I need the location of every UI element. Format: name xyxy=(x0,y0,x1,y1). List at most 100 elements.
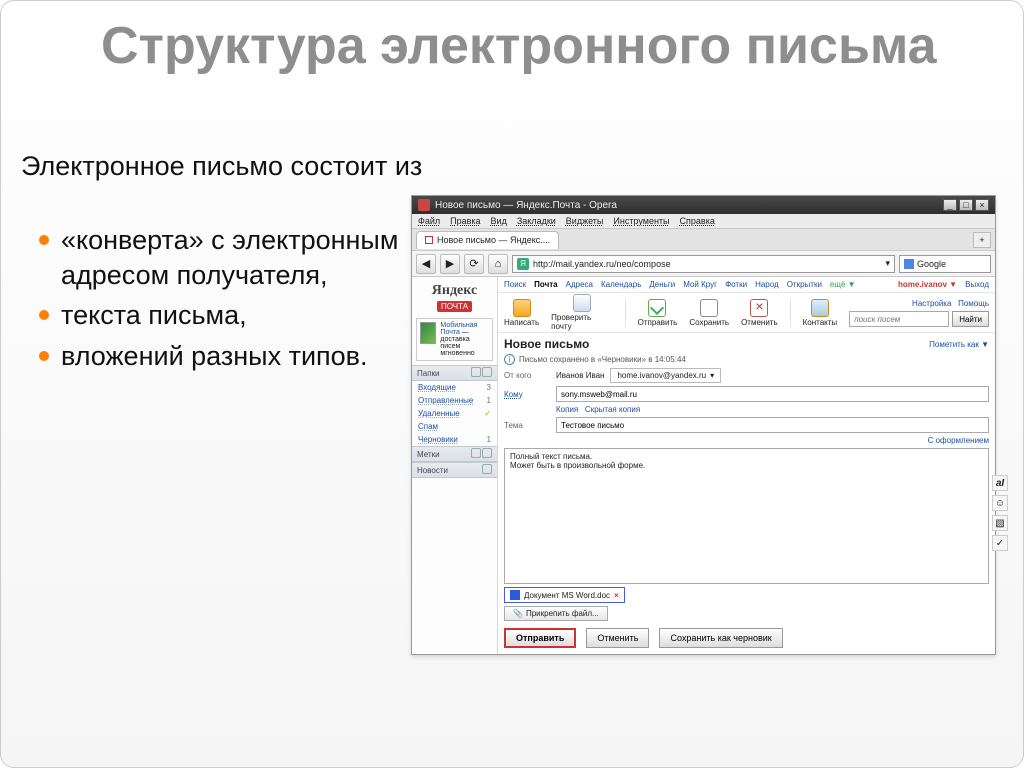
promo-link[interactable]: Мобильная Почта xyxy=(440,322,477,336)
folder-inbox[interactable]: Входящие3 xyxy=(412,381,497,394)
smiley-icon[interactable]: ☺ xyxy=(992,495,1008,511)
expand-icon[interactable] xyxy=(482,367,492,377)
bullet-1: «конверта» с электронным адресом получат… xyxy=(39,223,409,292)
slide-title: Структура электронного письма xyxy=(101,19,983,74)
save-draft-button[interactable]: Сохранить как черновик xyxy=(659,628,782,648)
cc-link[interactable]: Копия xyxy=(556,405,578,414)
exit-link[interactable]: Выход xyxy=(965,280,989,289)
expand-icon[interactable] xyxy=(482,448,492,458)
menu-view[interactable]: Вид xyxy=(491,216,507,226)
nav-cards[interactable]: Открытки xyxy=(787,280,822,289)
nav-more[interactable]: ещё ▼ xyxy=(830,280,856,289)
mark-as-link[interactable]: Пометить как ▼ xyxy=(929,340,989,349)
spell-check-icon[interactable]: ✓ xyxy=(992,535,1008,551)
reload-button[interactable]: ⟳ xyxy=(464,254,484,274)
menu-file[interactable]: Файл xyxy=(418,216,440,226)
save-toolbar-button[interactable]: Сохранить xyxy=(689,299,729,327)
check-mail-button[interactable]: Проверить почту xyxy=(551,294,613,331)
folder-spam[interactable]: Спам xyxy=(412,420,497,433)
word-doc-icon xyxy=(510,590,520,600)
menu-bookmarks[interactable]: Закладки xyxy=(517,216,556,226)
opera-icon xyxy=(418,199,430,211)
nav-mail[interactable]: Почта xyxy=(534,280,557,289)
site-badge: Я xyxy=(517,258,529,270)
saved-notice: i Письмо сохранено в «Черновики» в 14:05… xyxy=(504,354,989,365)
home-button[interactable]: ⌂ xyxy=(488,254,508,274)
format-bold-icon[interactable]: aI xyxy=(992,475,1008,491)
search-engine-label: Google xyxy=(917,259,946,269)
browser-tab[interactable]: Новое письмо — Яндекс.... xyxy=(416,231,559,249)
from-selector[interactable]: home.ivanov@yandex.ru ▾ xyxy=(610,368,721,383)
paperclip-icon: 📎 xyxy=(513,609,523,618)
minimize-button[interactable]: _ xyxy=(943,199,957,211)
compose-button[interactable]: Написать xyxy=(504,299,539,327)
folder-drafts[interactable]: Черновики1 xyxy=(412,433,497,446)
nav-narod[interactable]: Народ xyxy=(755,280,779,289)
mail-search-button[interactable]: Найти xyxy=(952,311,989,327)
contacts-button[interactable]: Контакты xyxy=(803,299,838,327)
bcc-link[interactable]: Скрытая копия xyxy=(585,405,640,414)
back-button[interactable]: ◀ xyxy=(416,254,436,274)
nav-mykrug[interactable]: Мой Круг xyxy=(683,280,717,289)
search-engine-box[interactable]: Google xyxy=(899,255,991,273)
nav-fotki[interactable]: Фотки xyxy=(725,280,747,289)
nav-calendar[interactable]: Календарь xyxy=(601,280,641,289)
to-input[interactable] xyxy=(556,386,989,402)
tab-bar: Новое письмо — Яндекс.... + xyxy=(412,229,995,251)
menu-edit[interactable]: Правка xyxy=(450,216,480,226)
yandex-logo[interactable]: Яндекс ПОЧТА xyxy=(412,277,497,314)
promo-box[interactable]: Мобильная Почта — доставка писем мгновен… xyxy=(416,318,493,361)
folders-section[interactable]: Папки xyxy=(412,365,497,381)
menu-widgets[interactable]: Виджеты xyxy=(566,216,604,226)
tab-label: Новое письмо — Яндекс.... xyxy=(437,235,550,245)
cancel-button[interactable]: Отменить xyxy=(586,628,649,648)
folder-trash[interactable]: Удаленные xyxy=(412,407,497,420)
folder-sent[interactable]: Отправленные1 xyxy=(412,394,497,407)
nav-addresses[interactable]: Адреса xyxy=(566,280,593,289)
card-icon[interactable]: ▧ xyxy=(992,515,1008,531)
subject-input[interactable] xyxy=(556,417,989,433)
news-section[interactable]: Новости xyxy=(412,462,497,478)
attach-file-button[interactable]: 📎 Прикрепить файл... xyxy=(504,606,608,621)
user-menu[interactable]: home.ivanov ▼ xyxy=(898,280,957,289)
gear-icon[interactable] xyxy=(471,367,481,377)
design-link[interactable]: С оформлением xyxy=(504,436,989,445)
sidebar: Яндекс ПОЧТА Мобильная Почта — доставка … xyxy=(412,277,498,654)
contacts-icon xyxy=(811,299,829,317)
content: Поиск Почта Адреса Календарь Деньги Мой … xyxy=(498,277,995,654)
maximize-button[interactable]: □ xyxy=(959,199,973,211)
attachment-chip[interactable]: Документ MS Word.doc × xyxy=(504,587,625,603)
gear-icon[interactable] xyxy=(471,448,481,458)
attachment-name: Документ MS Word.doc xyxy=(524,591,610,600)
help-link[interactable]: Помощь xyxy=(958,299,989,308)
save-icon xyxy=(700,299,718,317)
logo-service: ПОЧТА xyxy=(437,301,472,312)
menu-help[interactable]: Справка xyxy=(680,216,715,226)
compose-area: Новое письмо Пометить как ▼ i Письмо сох… xyxy=(498,333,995,654)
url-text: http://mail.yandex.ru/neo/compose xyxy=(533,259,671,269)
settings-link[interactable]: Настройка xyxy=(912,299,951,308)
mail-search-input[interactable] xyxy=(849,311,949,327)
cancel-toolbar-button[interactable]: Отменить xyxy=(741,299,778,327)
remove-attachment-icon[interactable]: × xyxy=(614,591,619,600)
cancel-icon xyxy=(750,299,768,317)
tab-close-icon[interactable] xyxy=(425,236,433,244)
new-tab-button[interactable]: + xyxy=(973,232,991,248)
menu-tools[interactable]: Инструменты xyxy=(613,216,669,226)
to-label[interactable]: Кому xyxy=(504,390,552,399)
nav-search[interactable]: Поиск xyxy=(504,280,526,289)
bullet-list: «конверта» с электронным адресом получат… xyxy=(39,223,409,379)
send-button[interactable]: Отправить xyxy=(504,628,576,648)
window-title: Новое письмо — Яндекс.Почта - Opera xyxy=(435,200,617,211)
labels-section[interactable]: Метки xyxy=(412,446,497,462)
message-body[interactable]: Полный текст письма. Может быть в произв… xyxy=(504,448,989,584)
url-input[interactable]: Я http://mail.yandex.ru/neo/compose ▾ xyxy=(512,255,895,273)
send-toolbar-button[interactable]: Отправить xyxy=(638,299,678,327)
nav-money[interactable]: Деньги xyxy=(649,280,675,289)
expand-icon[interactable] xyxy=(482,464,492,474)
close-button[interactable]: × xyxy=(975,199,989,211)
send-icon xyxy=(648,299,666,317)
bullet-2: текста письма, xyxy=(39,298,409,333)
forward-button[interactable]: ▶ xyxy=(440,254,460,274)
info-icon: i xyxy=(504,354,515,365)
